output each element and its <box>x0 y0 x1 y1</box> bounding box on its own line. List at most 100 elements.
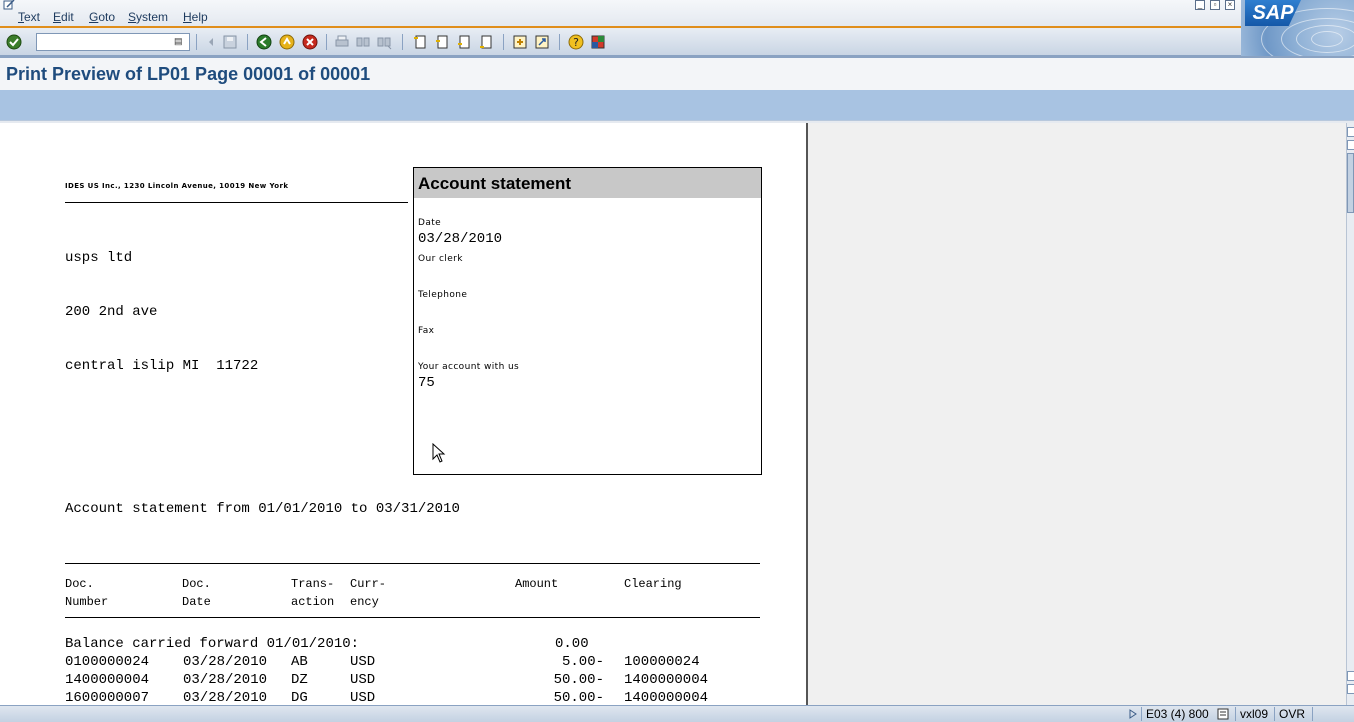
back-icon[interactable] <box>256 34 272 50</box>
scroll-top-icon[interactable] <box>1347 127 1354 137</box>
row-currency: USD <box>350 690 376 705</box>
standard-toolbar: ▤ ? <box>0 28 1241 56</box>
title-bar: Print Preview of LP01 Page 00001 of 0000… <box>0 56 1354 90</box>
previous-page-icon[interactable] <box>434 34 450 50</box>
menu-edit[interactable]: Edit <box>53 10 74 24</box>
menu-text[interactable]: Text <box>18 10 40 24</box>
sender-rule <box>65 202 408 203</box>
sender-line: IDES US Inc., 1230 Lincoln Avenue, 10019… <box>65 182 289 190</box>
first-page-icon[interactable] <box>412 34 428 50</box>
sap-logo: SAP <box>1241 0 1354 56</box>
row-amount: 50.00- <box>553 672 604 688</box>
menu-system[interactable]: System <box>128 10 168 24</box>
account-value: 75 <box>418 375 435 391</box>
address-line: central islip MI 11722 <box>65 358 259 374</box>
toolbar-separator <box>402 34 403 50</box>
address-line: usps ltd <box>65 250 133 266</box>
header-clearing: Clearing <box>624 577 682 591</box>
toolbar-separator <box>326 34 327 50</box>
command-history-icon[interactable]: ▤ <box>174 36 184 48</box>
address-line: 200 2nd ave <box>65 304 158 320</box>
find-icon[interactable] <box>355 34 371 50</box>
status-blank <box>1312 707 1354 721</box>
row-number: 0100000024 <box>65 654 150 670</box>
save-icon[interactable] <box>222 34 238 50</box>
table-top-rule <box>65 563 760 564</box>
date-value: 03/28/2010 <box>418 231 503 247</box>
header-currency: Curr-ency <box>350 577 387 609</box>
status-expand-icon[interactable] <box>1128 709 1138 719</box>
account-label: Your account with us <box>418 362 520 372</box>
command-field[interactable] <box>36 33 190 51</box>
row-number: 1400000004 <box>65 672 150 688</box>
svg-text:?: ? <box>573 36 579 49</box>
scroll-up-icon[interactable] <box>1347 140 1354 150</box>
session-info-icon[interactable] <box>1217 708 1229 720</box>
toolbar-separator <box>559 34 560 50</box>
header-transaction: Trans-action <box>291 577 335 609</box>
scroll-thumb[interactable] <box>1347 153 1354 213</box>
header-doc-date: Doc. Date <box>182 577 211 609</box>
row-clearing: 1400000004 <box>624 672 709 688</box>
enter-check-icon[interactable] <box>6 34 22 50</box>
menu-bar: Text Edit Goto System Help _ ▫ × <box>0 0 1354 28</box>
restore-icon[interactable]: ▫ <box>1210 0 1220 10</box>
status-mode[interactable]: OVR <box>1274 707 1309 721</box>
last-page-icon[interactable] <box>478 34 494 50</box>
scroll-bottom-icon[interactable] <box>1347 684 1354 694</box>
customize-layout-icon[interactable] <box>590 34 606 50</box>
back-arrow-icon[interactable] <box>203 34 219 50</box>
print-preview-page[interactable]: IDES US Inc., 1230 Lincoln Avenue, 10019… <box>0 123 806 705</box>
recipient-address: usps ltd 200 2nd ave central islip MI 11… <box>65 213 258 411</box>
menu-help[interactable]: Help <box>183 10 208 24</box>
row-clearing: 1400000004 <box>624 690 709 705</box>
table-header-rule <box>65 617 760 618</box>
row-date: 03/28/2010 <box>183 672 268 688</box>
help-icon[interactable]: ? <box>568 34 584 50</box>
row-currency: USD <box>350 654 376 670</box>
row-amount: 5.00- <box>561 654 604 670</box>
fax-label: Fax <box>418 326 435 336</box>
statement-period: Account statement from 01/01/2010 to 03/… <box>65 501 460 517</box>
print-icon[interactable] <box>334 34 350 50</box>
clerk-label: Our clerk <box>418 254 463 264</box>
balance-amount: 0.00 <box>555 636 589 652</box>
find-next-icon[interactable] <box>376 34 392 50</box>
telephone-label: Telephone <box>418 290 468 300</box>
toolbar-separator <box>247 34 248 50</box>
preview-background <box>808 123 1346 705</box>
document-edit-icon[interactable] <box>3 0 15 10</box>
application-toolbar <box>0 90 1354 121</box>
account-statement-header: Account statement <box>414 168 761 198</box>
scroll-down-icon[interactable] <box>1347 671 1354 681</box>
status-bar: E03 (4) 800 vxl09 OVR <box>0 705 1354 722</box>
row-transaction: DG <box>291 690 308 705</box>
row-transaction: AB <box>291 654 308 670</box>
row-amount: 50.00- <box>553 690 604 705</box>
page-title: Print Preview of LP01 Page 00001 of 0000… <box>6 64 371 84</box>
row-currency: USD <box>350 672 376 688</box>
row-clearing: 100000024 <box>624 654 700 670</box>
create-session-icon[interactable] <box>512 34 528 50</box>
header-amount: Amount <box>515 577 559 591</box>
row-date: 03/28/2010 <box>183 690 268 705</box>
row-transaction: DZ <box>291 672 308 688</box>
shortcut-icon[interactable] <box>534 34 550 50</box>
row-date: 03/28/2010 <box>183 654 268 670</box>
account-statement-box: Account statement Date 03/28/2010 Our cl… <box>413 167 762 475</box>
account-statement-title: Account statement <box>418 174 572 193</box>
minimize-icon[interactable]: _ <box>1195 0 1205 10</box>
toolbar-separator <box>503 34 504 50</box>
toolbar-separator <box>196 34 197 50</box>
next-page-icon[interactable] <box>456 34 472 50</box>
mouse-cursor-icon <box>432 443 446 463</box>
close-window-icon[interactable]: × <box>1225 0 1235 10</box>
exit-icon[interactable] <box>279 34 295 50</box>
status-server: vxl09 <box>1235 707 1272 721</box>
status-system: E03 (4) 800 <box>1141 707 1213 721</box>
header-doc-number: Doc. Number <box>65 577 109 609</box>
menu-goto[interactable]: Goto <box>89 10 115 24</box>
vertical-scrollbar[interactable] <box>1346 123 1354 705</box>
cancel-icon[interactable] <box>302 34 318 50</box>
date-label: Date <box>418 218 442 228</box>
